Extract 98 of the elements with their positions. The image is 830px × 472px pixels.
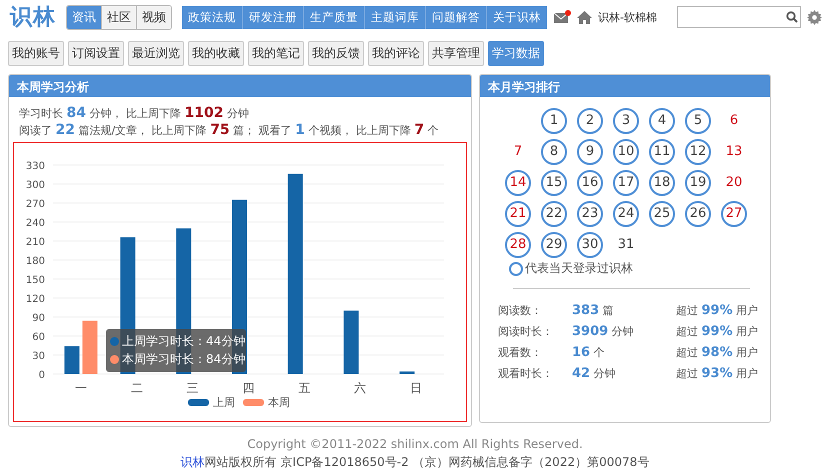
calendar-day: 21 xyxy=(505,200,531,226)
panel-title: 本周学习分析 xyxy=(9,75,471,97)
copyright-text: Copyright ©2011-2022 shilinx.com All Rights Reserved. xyxy=(246,436,584,453)
calendar-day: 1 xyxy=(541,108,567,134)
calendar-day: 2 xyxy=(577,108,603,134)
stat-value: 42 分钟 xyxy=(572,366,617,381)
bar xyxy=(400,371,415,374)
calendar-day: 8 xyxy=(541,138,567,164)
calendar-day: 15 xyxy=(541,170,567,196)
calendar-day: 22 xyxy=(541,200,567,226)
y-tick-label: 150 xyxy=(26,275,45,286)
calendar-day: 19 xyxy=(685,170,711,196)
y-tick-label: 240 xyxy=(26,218,45,229)
calendar-day: 7 xyxy=(505,138,531,164)
tab[interactable]: 我的收藏 xyxy=(188,41,244,66)
calendar-day: 13 xyxy=(721,138,747,164)
y-tick-label: 330 xyxy=(26,161,45,172)
x-tick-label: 四 xyxy=(242,381,254,395)
legend-text: 代表当天登录过识林 xyxy=(525,260,633,277)
y-tick-label: 90 xyxy=(32,313,45,324)
channel-tab[interactable]: 社区 xyxy=(102,6,137,28)
calendar-day: 14 xyxy=(505,170,531,196)
calendar-day: 28 xyxy=(505,232,531,258)
search-icon[interactable] xyxy=(786,11,798,23)
y-tick-label: 0 xyxy=(38,370,45,381)
tab[interactable]: 最近浏览 xyxy=(128,41,184,66)
calendar-day: 5 xyxy=(685,108,711,134)
panel-title: 本月学习排行 xyxy=(480,75,770,97)
tooltip-text: 本周学习时长：84分钟 xyxy=(122,351,246,368)
search-field[interactable] xyxy=(677,6,801,28)
bar xyxy=(64,346,80,374)
legend-label[interactable]: 上周 xyxy=(213,396,235,409)
settings-icon[interactable] xyxy=(807,10,822,24)
calendar-day: 26 xyxy=(685,200,711,226)
calendar-day: 20 xyxy=(721,170,747,196)
summary-sentence: 学习时长 84 分钟， 比上周下降 1102 分钟 xyxy=(19,105,250,122)
tab[interactable]: 我的笔记 xyxy=(248,41,304,66)
logo[interactable]: 识林 xyxy=(10,2,56,32)
calendar-day: 3 xyxy=(613,108,639,134)
stat-rank: 超过 99% 用户 xyxy=(676,324,760,339)
legend-swatch[interactable] xyxy=(188,399,209,406)
tab[interactable]: 共享管理 xyxy=(428,41,484,66)
x-tick-label: 五 xyxy=(298,381,310,395)
calendar-day: 23 xyxy=(577,200,603,226)
tab[interactable]: 我的反馈 xyxy=(308,41,364,66)
summary-sentence: 阅读了 22 篇法规/文章， 比上周下降 75 篇； 观看了 1 个视频， 比上周下降 7 个 xyxy=(19,122,440,139)
mail-icon[interactable] xyxy=(554,10,572,24)
calendar-day: 24 xyxy=(613,200,639,226)
y-tick-label: 300 xyxy=(26,180,45,191)
calendar-day: 9 xyxy=(577,138,603,164)
calendar-day: 4 xyxy=(649,108,675,134)
x-tick-label: 日 xyxy=(410,381,422,395)
home-icon[interactable] xyxy=(577,10,592,24)
y-tick-label: 120 xyxy=(26,294,45,305)
calendar-day: 10 xyxy=(613,138,639,164)
calendar-day: 27 xyxy=(721,200,747,226)
bar xyxy=(82,320,98,374)
x-tick-label: 二 xyxy=(130,381,143,395)
y-tick-label: 30 xyxy=(32,351,45,362)
stat-rank: 超过 98% 用户 xyxy=(676,345,760,360)
y-tick-label: 210 xyxy=(26,237,45,248)
stat-rank: 超过 99% 用户 xyxy=(676,303,760,318)
tab[interactable]: 我的评论 xyxy=(368,41,424,66)
x-tick-label: 三 xyxy=(186,381,199,395)
stat-value: 383 篇 xyxy=(572,303,615,318)
stat-label: 观看时长： xyxy=(498,366,554,381)
stat-value: 16 个 xyxy=(572,345,606,360)
calendar-day: 11 xyxy=(649,138,675,164)
legend-label[interactable]: 本周 xyxy=(268,396,290,409)
x-tick-label: 六 xyxy=(354,381,366,395)
calendar-day: 16 xyxy=(577,170,603,196)
stat-rank: 超过 93% 用户 xyxy=(676,366,760,381)
y-tick-label: 60 xyxy=(32,332,45,343)
y-tick-label: 270 xyxy=(26,199,45,210)
tab[interactable]: 我的账号 xyxy=(8,41,64,66)
stat-label: 阅读时长： xyxy=(498,324,554,339)
calendar-day: 18 xyxy=(649,170,675,196)
calendar-day: 31 xyxy=(613,232,639,258)
calendar-day: 29 xyxy=(541,232,567,258)
calendar-day: 6 xyxy=(721,108,747,134)
circle-icon xyxy=(509,262,523,276)
legend-swatch[interactable] xyxy=(243,399,264,406)
y-tick-label: 180 xyxy=(26,256,45,267)
bar xyxy=(344,310,359,374)
site-link[interactable]: 识林 xyxy=(180,455,205,469)
calendar-day: 12 xyxy=(685,138,711,164)
tooltip-text: 上周学习时长：44分钟 xyxy=(122,333,246,350)
x-tick-label: 一 xyxy=(74,381,87,395)
calendar-day: 25 xyxy=(649,200,675,226)
tab[interactable]: 订阅设置 xyxy=(68,41,124,66)
stat-value: 3909 分钟 xyxy=(572,324,635,339)
calendar-day: 30 xyxy=(577,232,603,258)
calendar-day: 17 xyxy=(613,170,639,196)
stat-label: 观看数： xyxy=(498,345,543,360)
stat-label: 阅读数： xyxy=(498,303,543,318)
channel-tab[interactable]: 视频 xyxy=(137,6,171,28)
license-text: 识林网站版权所有 京ICP备12018650号-2 （京）网药械信息备字（2022）第00078号 xyxy=(180,454,650,471)
user-name[interactable]: 识林-软棉棉 xyxy=(598,10,657,24)
